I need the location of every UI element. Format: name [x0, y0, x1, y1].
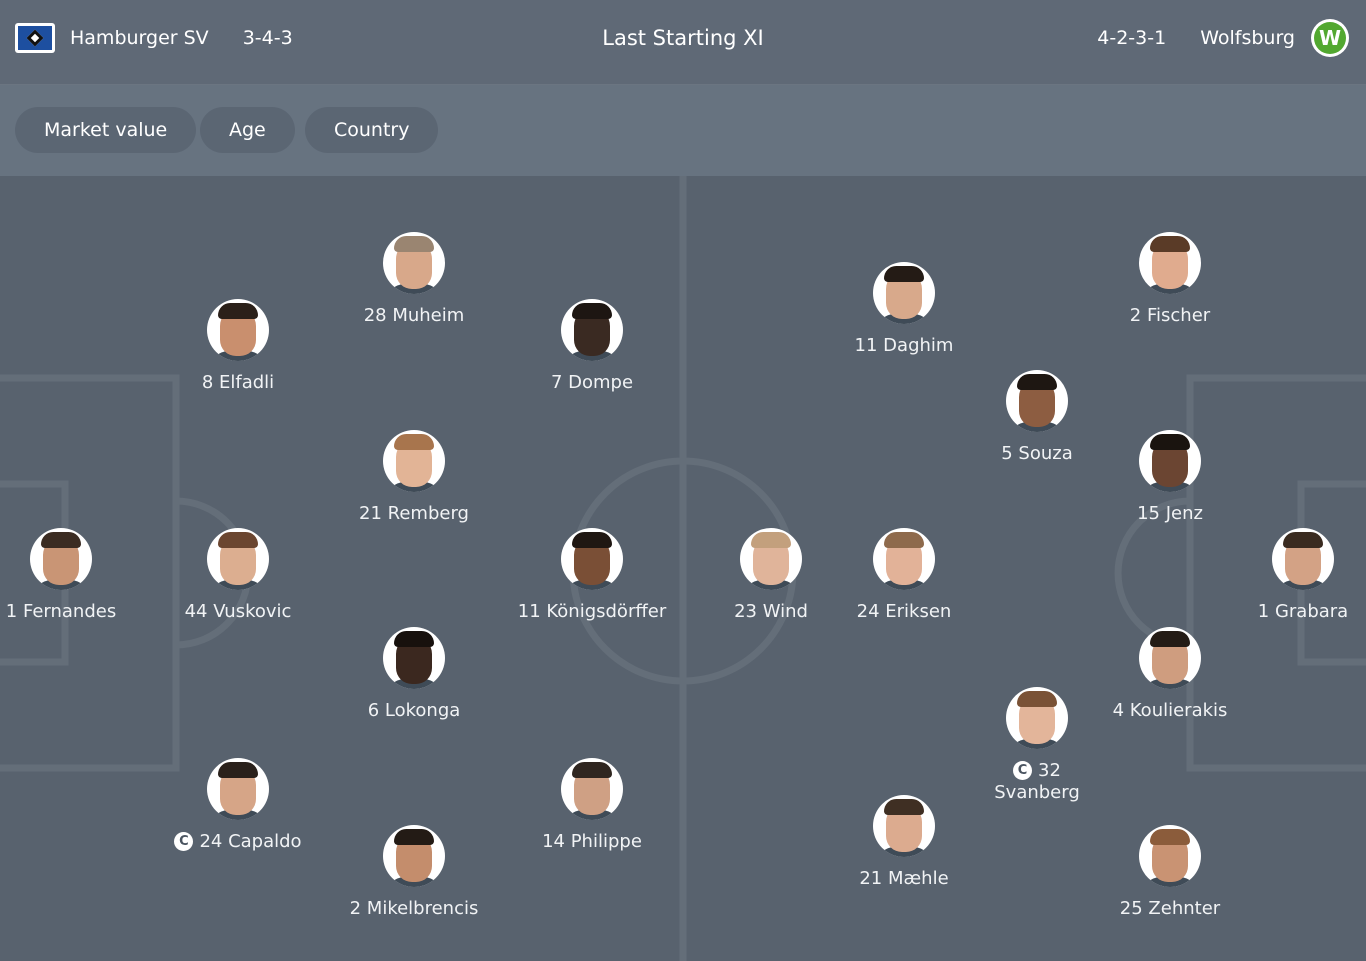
player-photo [561, 758, 623, 820]
player-photo [873, 528, 935, 590]
away-player-maehle[interactable]: 21 Mæhle [804, 795, 1004, 890]
player-photo [1006, 370, 1068, 432]
lineup-header: Hamburger SV 3-4-3 Last Starting XI 4-2-… [0, 0, 1366, 85]
player-label: 24 Eriksen [856, 601, 952, 622]
player-label: 44 Vuskovic [184, 601, 292, 622]
filter-age-button[interactable]: Age [200, 107, 295, 153]
player-label: 6 Lokonga [367, 700, 461, 721]
player-label: 11 Daghim [854, 335, 954, 356]
away-team-name[interactable]: Wolfsburg [1200, 27, 1295, 49]
home-player-mikelbrencis[interactable]: 2 Mikelbrencis [314, 825, 514, 920]
away-player-zehnter[interactable]: 25 Zehnter [1070, 825, 1270, 920]
player-label: 21 Remberg [359, 503, 469, 524]
player-label: 7 Dompe [550, 372, 634, 393]
player-label: 25 Zehnter [1119, 898, 1221, 919]
player-photo [207, 299, 269, 361]
player-photo [207, 758, 269, 820]
away-player-eriksen[interactable]: 24 Eriksen [804, 528, 1004, 623]
player-label: 11 Königsdörffer [517, 601, 667, 622]
player-label: 14 Philippe [542, 831, 642, 852]
away-player-grabara[interactable]: 1 Grabara [1203, 528, 1366, 623]
player-photo [873, 262, 935, 324]
captain-icon: C [1013, 761, 1033, 780]
player-name: Svanberg [994, 782, 1080, 803]
player-photo [1006, 687, 1068, 749]
captain-icon: C [174, 832, 194, 851]
player-photo [561, 299, 623, 361]
player-label: 21 Mæhle [859, 868, 949, 889]
filter-country-button[interactable]: Country [305, 107, 439, 153]
player-photo [30, 528, 92, 590]
home-player-lokonga[interactable]: 6 Lokonga [314, 627, 514, 722]
player-photo [383, 825, 445, 887]
player-photo [207, 528, 269, 590]
player-label: 1 Fernandes [5, 601, 117, 622]
player-label-text: 24 Capaldo [199, 831, 302, 852]
player-photo [1139, 430, 1201, 492]
player-number: 32 [1038, 760, 1061, 781]
pitch: 28 Muheim 8 Elfadli 7 Dompe 21 Remberg 1… [0, 176, 1366, 961]
player-photo [1272, 528, 1334, 590]
home-player-elfadli[interactable]: 8 Elfadli [138, 299, 338, 394]
hsv-crest-icon [15, 23, 55, 53]
away-team[interactable]: 4-2-3-1 Wolfsburg W [1097, 0, 1349, 76]
player-photo [561, 528, 623, 590]
home-player-capaldo[interactable]: C 24 Capaldo [138, 758, 338, 853]
player-label: C 24 Capaldo [138, 831, 338, 853]
player-photo [1139, 825, 1201, 887]
home-player-remberg[interactable]: 21 Remberg [314, 430, 514, 525]
away-player-fischer[interactable]: 2 Fischer [1070, 232, 1270, 327]
home-team-name[interactable]: Hamburger SV [70, 27, 209, 49]
wolfsburg-crest-icon: W [1311, 19, 1349, 57]
player-label: 8 Elfadli [201, 372, 275, 393]
filter-bar: Market value Age Country [0, 85, 1366, 176]
away-player-svanberg[interactable]: C 32 Svanberg [937, 687, 1137, 804]
player-label: 2 Fischer [1129, 305, 1211, 326]
away-player-daghim[interactable]: 11 Daghim [804, 262, 1004, 357]
player-label: 15 Jenz [1137, 503, 1203, 524]
away-player-jenz[interactable]: 15 Jenz [1070, 430, 1270, 525]
home-team[interactable]: Hamburger SV 3-4-3 [15, 0, 293, 76]
filter-market-value-button[interactable]: Market value [15, 107, 197, 153]
player-photo [873, 795, 935, 857]
home-player-dompe[interactable]: 7 Dompe [492, 299, 692, 394]
home-player-muheim[interactable]: 28 Muheim [314, 232, 514, 327]
home-player-vuskovic[interactable]: 44 Vuskovic [138, 528, 338, 623]
player-photo [1139, 232, 1201, 294]
player-photo [740, 528, 802, 590]
player-label: 2 Mikelbrencis [349, 898, 479, 919]
player-photo [383, 627, 445, 689]
home-player-philippe[interactable]: 14 Philippe [492, 758, 692, 853]
player-photo [383, 430, 445, 492]
home-player-fernandes[interactable]: 1 Fernandes [0, 528, 161, 623]
home-player-konigsdorffer[interactable]: 11 Königsdörffer [492, 528, 692, 623]
player-photo [383, 232, 445, 294]
player-photo [1139, 627, 1201, 689]
player-label: 28 Muheim [363, 305, 465, 326]
home-formation: 3-4-3 [242, 27, 293, 49]
player-label: 1 Grabara [1257, 601, 1349, 622]
away-formation: 4-2-3-1 [1097, 27, 1167, 49]
